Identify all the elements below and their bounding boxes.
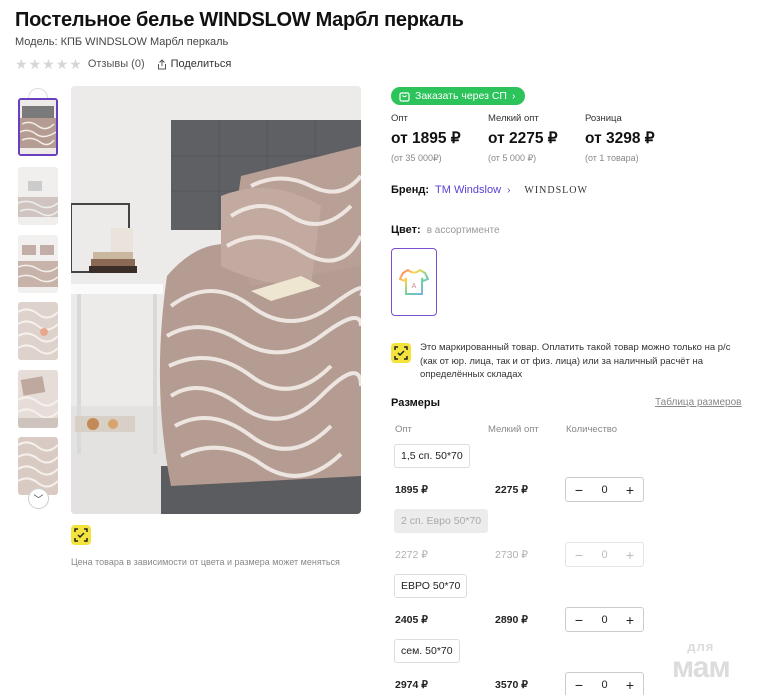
minus-icon[interactable]: − [572, 678, 586, 692]
quantity-stepper: − 0 + [565, 542, 644, 567]
size-option[interactable]: ЕВРО 50*70 [394, 574, 468, 598]
col-head-small-opt: Мелкий опт [488, 424, 539, 435]
watermark-line2: мам [672, 651, 731, 684]
plus-icon[interactable]: + [623, 613, 637, 627]
col-head-opt: Опт [395, 424, 412, 435]
size-price-opt: 1895 ₽ [395, 484, 428, 496]
svg-text:A: A [412, 283, 417, 290]
chevron-down-icon[interactable]: ﹀ [28, 488, 49, 509]
price-tier-value: от 3298 ₽ [585, 130, 655, 147]
color-label: Цвет: [391, 224, 421, 236]
star-icon: ★ [28, 56, 42, 72]
rating-stars[interactable]: ★ ★ ★ ★ ★ [15, 57, 82, 71]
col-head-qty: Количество [566, 424, 618, 435]
size-price-opt: 2405 ₽ [395, 614, 428, 626]
color-row: Цвет: в ассортименте [391, 224, 500, 236]
thumbnail[interactable] [18, 370, 58, 428]
size-price-small-opt: 2890 ₽ [495, 614, 528, 626]
size-price-opt: 2974 ₽ [395, 679, 428, 691]
price-tier-value: от 2275 ₽ [488, 130, 558, 147]
brand-link[interactable]: TM Windslow [435, 184, 501, 196]
price-tier-min: (от 1 товара) [585, 153, 639, 163]
chevron-right-icon: › [507, 184, 511, 196]
size-table-link[interactable]: Таблица размеров [655, 397, 741, 408]
price-tiers: Опт от 1895 ₽ (от 35 000₽) Мелкий опт от… [391, 113, 682, 164]
price-tier-label: Мелкий опт [488, 113, 539, 124]
marking-icon [71, 525, 91, 545]
size-price-small-opt: 2730 ₽ [495, 549, 528, 561]
quantity-stepper: − 0 + [565, 477, 644, 502]
cart-icon [399, 91, 410, 102]
size-price-small-opt: 2275 ₽ [495, 484, 528, 496]
color-swatch-assorted[interactable]: A [391, 248, 437, 316]
product-title: Постельное белье WINDSLOW Марбл перкаль [15, 9, 464, 31]
marked-product-notice: Это маркированный товар. Оплатить такой … [391, 341, 736, 382]
price-tier-label: Опт [391, 113, 408, 124]
price-tier-min: (от 35 000₽) [391, 153, 442, 163]
price-tier-label: Розница [585, 113, 622, 124]
minus-icon[interactable]: − [572, 483, 586, 497]
plus-icon[interactable]: + [623, 483, 637, 497]
brand-logo[interactable]: WINDSLOW [524, 185, 588, 196]
main-product-image[interactable] [71, 86, 361, 514]
minus-icon: − [574, 546, 584, 563]
size-option[interactable]: сем. 50*70 [394, 639, 460, 663]
thumbnail[interactable] [18, 437, 58, 495]
watermark-logo: для мам [672, 640, 731, 684]
price-tier-retail: Розница от 3298 ₽ (от 1 товара) [585, 113, 682, 164]
reviews-link[interactable]: Отзывы (0) [88, 58, 145, 70]
quantity-stepper: − 0 + [565, 607, 644, 632]
marked-notice-text: Это маркированный товар. Оплатить такой … [420, 342, 731, 380]
size-option: 2 сп. Евро 50*70 [394, 509, 489, 533]
size-price-small-opt: 3570 ₽ [495, 679, 528, 691]
plus-icon: + [625, 546, 635, 563]
price-tier-opt: Опт от 1895 ₽ (от 35 000₽) [391, 113, 488, 164]
price-tier-value: от 1895 ₽ [391, 130, 461, 147]
thumbnail[interactable] [18, 235, 58, 293]
share-label: Поделиться [170, 58, 232, 70]
quantity-stepper: − 0 + [565, 672, 644, 695]
marking-icon [391, 343, 411, 363]
star-icon: ★ [42, 56, 55, 72]
star-icon: ★ [69, 56, 82, 72]
order-sp-button[interactable]: Заказать через СП › [391, 87, 526, 105]
star-icon: ★ [15, 56, 28, 72]
size-option[interactable]: 1,5 сп. 50*70 [394, 444, 470, 468]
thumbnail-gallery: ︿ ﹀ [16, 88, 60, 512]
quantity-value[interactable]: 0 [601, 484, 607, 496]
thumbnail[interactable] [18, 302, 58, 360]
order-sp-label: Заказать через СП [415, 90, 507, 102]
share-button[interactable]: Поделиться [157, 58, 232, 70]
tshirt-rainbow-icon: A [399, 268, 429, 295]
thumbnail[interactable] [18, 167, 58, 225]
minus-icon[interactable]: − [572, 613, 586, 627]
price-note: Цена товара в зависимости от цвета и раз… [71, 557, 340, 567]
price-tier-min: (от 5 000 ₽) [488, 153, 537, 163]
rating-row: ★ ★ ★ ★ ★ Отзывы (0) Поделиться [15, 57, 231, 71]
share-icon [157, 58, 166, 69]
product-model: Модель: КПБ WINDSLOW Марбл перкаль [15, 36, 229, 48]
size-price-opt: 2272 ₽ [395, 549, 428, 561]
quantity-value[interactable]: 0 [601, 614, 607, 626]
brand-label: Бренд: [391, 184, 430, 196]
quantity-value: 0 [601, 548, 608, 561]
price-tier-small-opt: Мелкий опт от 2275 ₽ (от 5 000 ₽) [488, 113, 585, 164]
color-value: в ассортименте [426, 224, 500, 236]
chevron-right-icon: › [511, 90, 516, 102]
plus-icon[interactable]: + [623, 678, 637, 692]
star-icon: ★ [55, 56, 69, 72]
quantity-value[interactable]: 0 [601, 679, 607, 691]
brand-row: Бренд: TM Windslow › WINDSLOW [391, 184, 588, 196]
thumbnail[interactable] [18, 98, 58, 156]
sizes-title: Размеры [391, 397, 441, 409]
